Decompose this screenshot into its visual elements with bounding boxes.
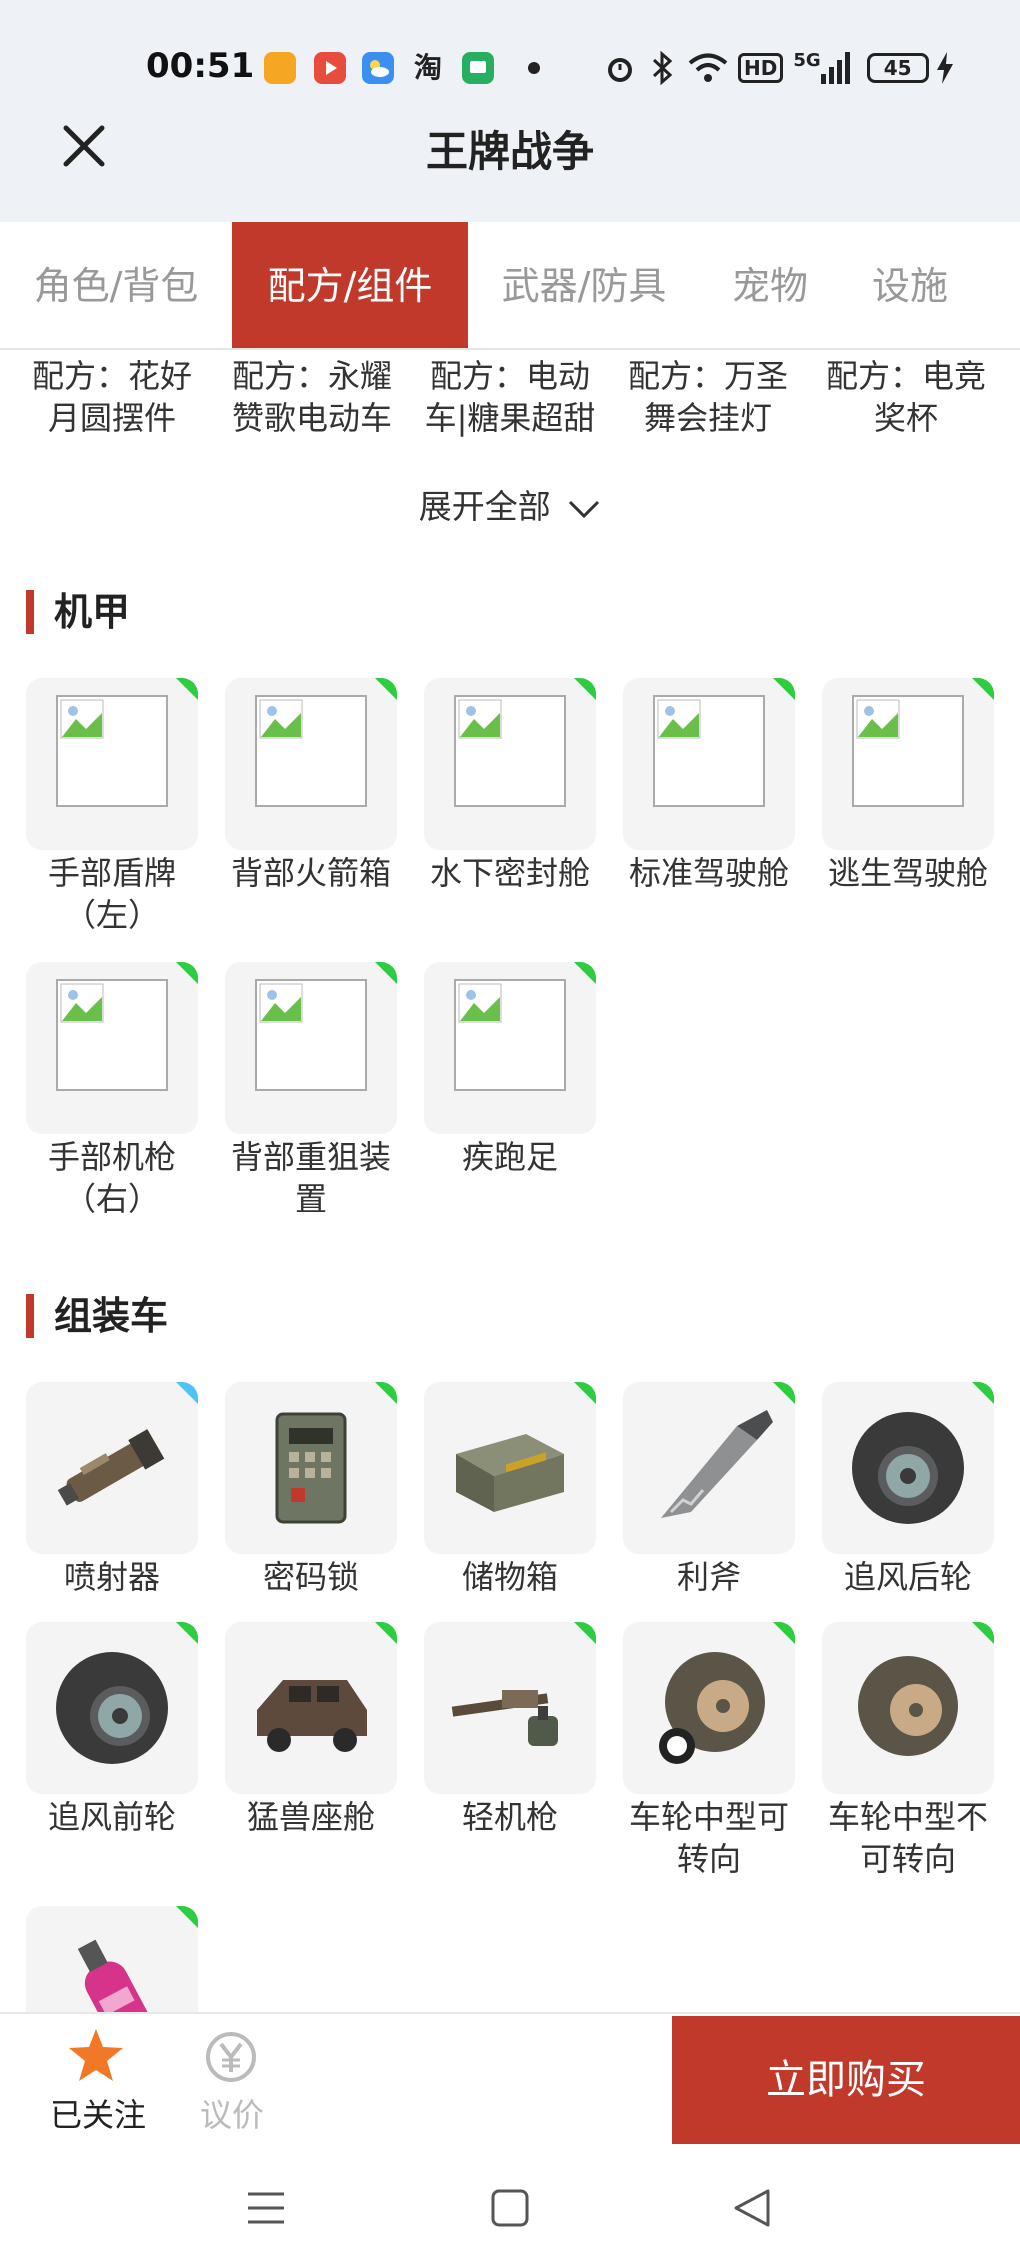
broken-image-icon <box>852 695 964 807</box>
item-card[interactable] <box>225 678 397 850</box>
video-app-icon <box>314 52 346 84</box>
item-card[interactable] <box>26 1622 198 1794</box>
item-label: 手部盾牌（左） <box>47 854 176 934</box>
blade-icon <box>661 1410 773 1518</box>
recipe-item[interactable]: 配方：电动车|糖果超甜 <box>420 355 600 439</box>
follow-label[interactable]: 已关注 <box>38 2090 158 2136</box>
item-card[interactable] <box>225 1382 397 1554</box>
broken-image-icon <box>255 695 367 807</box>
rear-wheel-icon <box>852 1412 964 1524</box>
medium-wheel-fixed-icon <box>858 1656 958 1756</box>
recipe-item[interactable]: 配方：电竞奖杯 <box>816 355 996 439</box>
broken-image-icon <box>454 695 566 807</box>
broken-image-icon <box>653 695 765 807</box>
chevron-down-icon <box>569 500 600 518</box>
item-card[interactable] <box>822 1622 994 1794</box>
item-card[interactable] <box>424 962 596 1134</box>
item-card[interactable] <box>424 1382 596 1554</box>
front-wheel-icon <box>56 1652 168 1764</box>
recipe-item[interactable]: 配方：万圣舞会挂灯 <box>618 355 798 439</box>
expand-all-button[interactable]: 展开全部 <box>0 480 1020 528</box>
weibo-app-icon <box>264 52 296 84</box>
battery-icon: 45 <box>866 53 929 83</box>
tab-pet[interactable]: 宠物 <box>700 222 840 348</box>
item-label: 猛兽座舱 <box>246 1798 375 1836</box>
yen-circle-icon[interactable] <box>204 2030 258 2084</box>
charging-icon <box>936 52 953 84</box>
item-label: 储物箱 <box>461 1558 558 1596</box>
item-label: 追风前轮 <box>47 1798 176 1836</box>
item-label: 轻机枪 <box>461 1798 558 1836</box>
taobao-app-icon: 淘 <box>413 51 442 84</box>
recipe-item[interactable]: 配方：永耀赞歌电动车 <box>222 355 402 439</box>
item-card[interactable] <box>225 962 397 1134</box>
item-card[interactable] <box>225 1622 397 1794</box>
item-card[interactable] <box>26 678 198 850</box>
tab-recipe-component[interactable]: 配方/组件 <box>232 222 468 348</box>
status-right-cluster: HD 5G 45 <box>604 50 955 86</box>
item-label: 水下密封舱 <box>429 854 590 892</box>
item-card[interactable] <box>822 1382 994 1554</box>
star-icon[interactable] <box>66 2026 126 2086</box>
item-card[interactable] <box>26 962 198 1134</box>
broken-image-icon <box>56 695 168 807</box>
jet-thruster-icon <box>57 1429 165 1506</box>
broken-image-icon <box>454 979 566 1091</box>
category-tabs: 角色/背包 配方/组件 武器/防具 宠物 设施 <box>0 222 1020 350</box>
section-title-mecha: 机甲 <box>26 590 130 634</box>
hd-icon: HD <box>738 53 784 83</box>
item-label: 逃生驾驶舱 <box>827 854 988 892</box>
item-label: 背部重狙装置 <box>230 1138 391 1218</box>
item-label: 车轮中型可转向 <box>628 1798 789 1878</box>
back-icon[interactable] <box>730 2186 774 2230</box>
medium-wheel-steerable-icon <box>659 1652 765 1764</box>
network-label: 5G <box>793 50 821 71</box>
item-label: 标准驾驶舱 <box>628 854 789 892</box>
item-card[interactable] <box>26 1382 198 1554</box>
battery-level: 45 <box>883 56 912 80</box>
bluetooth-icon <box>652 51 673 85</box>
menu-icon[interactable] <box>244 2186 288 2230</box>
notification-dot-icon <box>528 62 540 74</box>
bargain-label[interactable]: 议价 <box>172 2090 292 2136</box>
item-card[interactable] <box>623 1622 795 1794</box>
recipe-item[interactable]: 配方：花好月圆摆件 <box>22 355 202 439</box>
alarm-icon <box>608 58 632 82</box>
broken-image-icon <box>255 979 367 1091</box>
item-card[interactable] <box>424 1622 596 1794</box>
item-label: 背部火箭箱 <box>230 854 391 892</box>
broken-image-icon <box>56 979 168 1091</box>
item-card[interactable] <box>623 1382 795 1554</box>
page-title: 王牌战争 <box>425 127 594 176</box>
code-lock-icon <box>275 1412 347 1524</box>
item-label: 疾跑足 <box>461 1138 558 1176</box>
item-label: 车轮中型不可转向 <box>827 1798 988 1878</box>
item-card[interactable] <box>822 678 994 850</box>
section-title-vehicle: 组装车 <box>26 1294 168 1338</box>
signal-icon <box>820 52 850 84</box>
light-machine-gun-icon <box>451 1690 558 1746</box>
message-app-icon <box>462 52 494 84</box>
storage-box-icon <box>456 1434 564 1512</box>
item-label: 手部机枪（右） <box>47 1138 176 1218</box>
item-card[interactable] <box>424 678 596 850</box>
item-label: 利斧 <box>676 1558 741 1596</box>
cockpit-icon <box>257 1680 367 1752</box>
home-icon[interactable] <box>488 2186 532 2230</box>
item-label: 密码锁 <box>262 1558 359 1596</box>
expand-all-label: 展开全部 <box>418 487 551 526</box>
tab-weapon-armor[interactable]: 武器/防具 <box>468 222 700 348</box>
wifi-icon <box>688 53 728 82</box>
tab-role-backpack[interactable]: 角色/背包 <box>0 222 232 348</box>
status-time: 00:51 <box>146 46 255 86</box>
header <box>0 0 1020 222</box>
item-card[interactable] <box>623 678 795 850</box>
weather-app-icon <box>362 52 394 84</box>
tab-facility[interactable]: 设施 <box>840 222 980 348</box>
item-label: 喷射器 <box>63 1558 160 1596</box>
item-label: 追风后轮 <box>843 1558 972 1596</box>
buy-now-button[interactable]: 立即购买 <box>672 2016 1020 2144</box>
